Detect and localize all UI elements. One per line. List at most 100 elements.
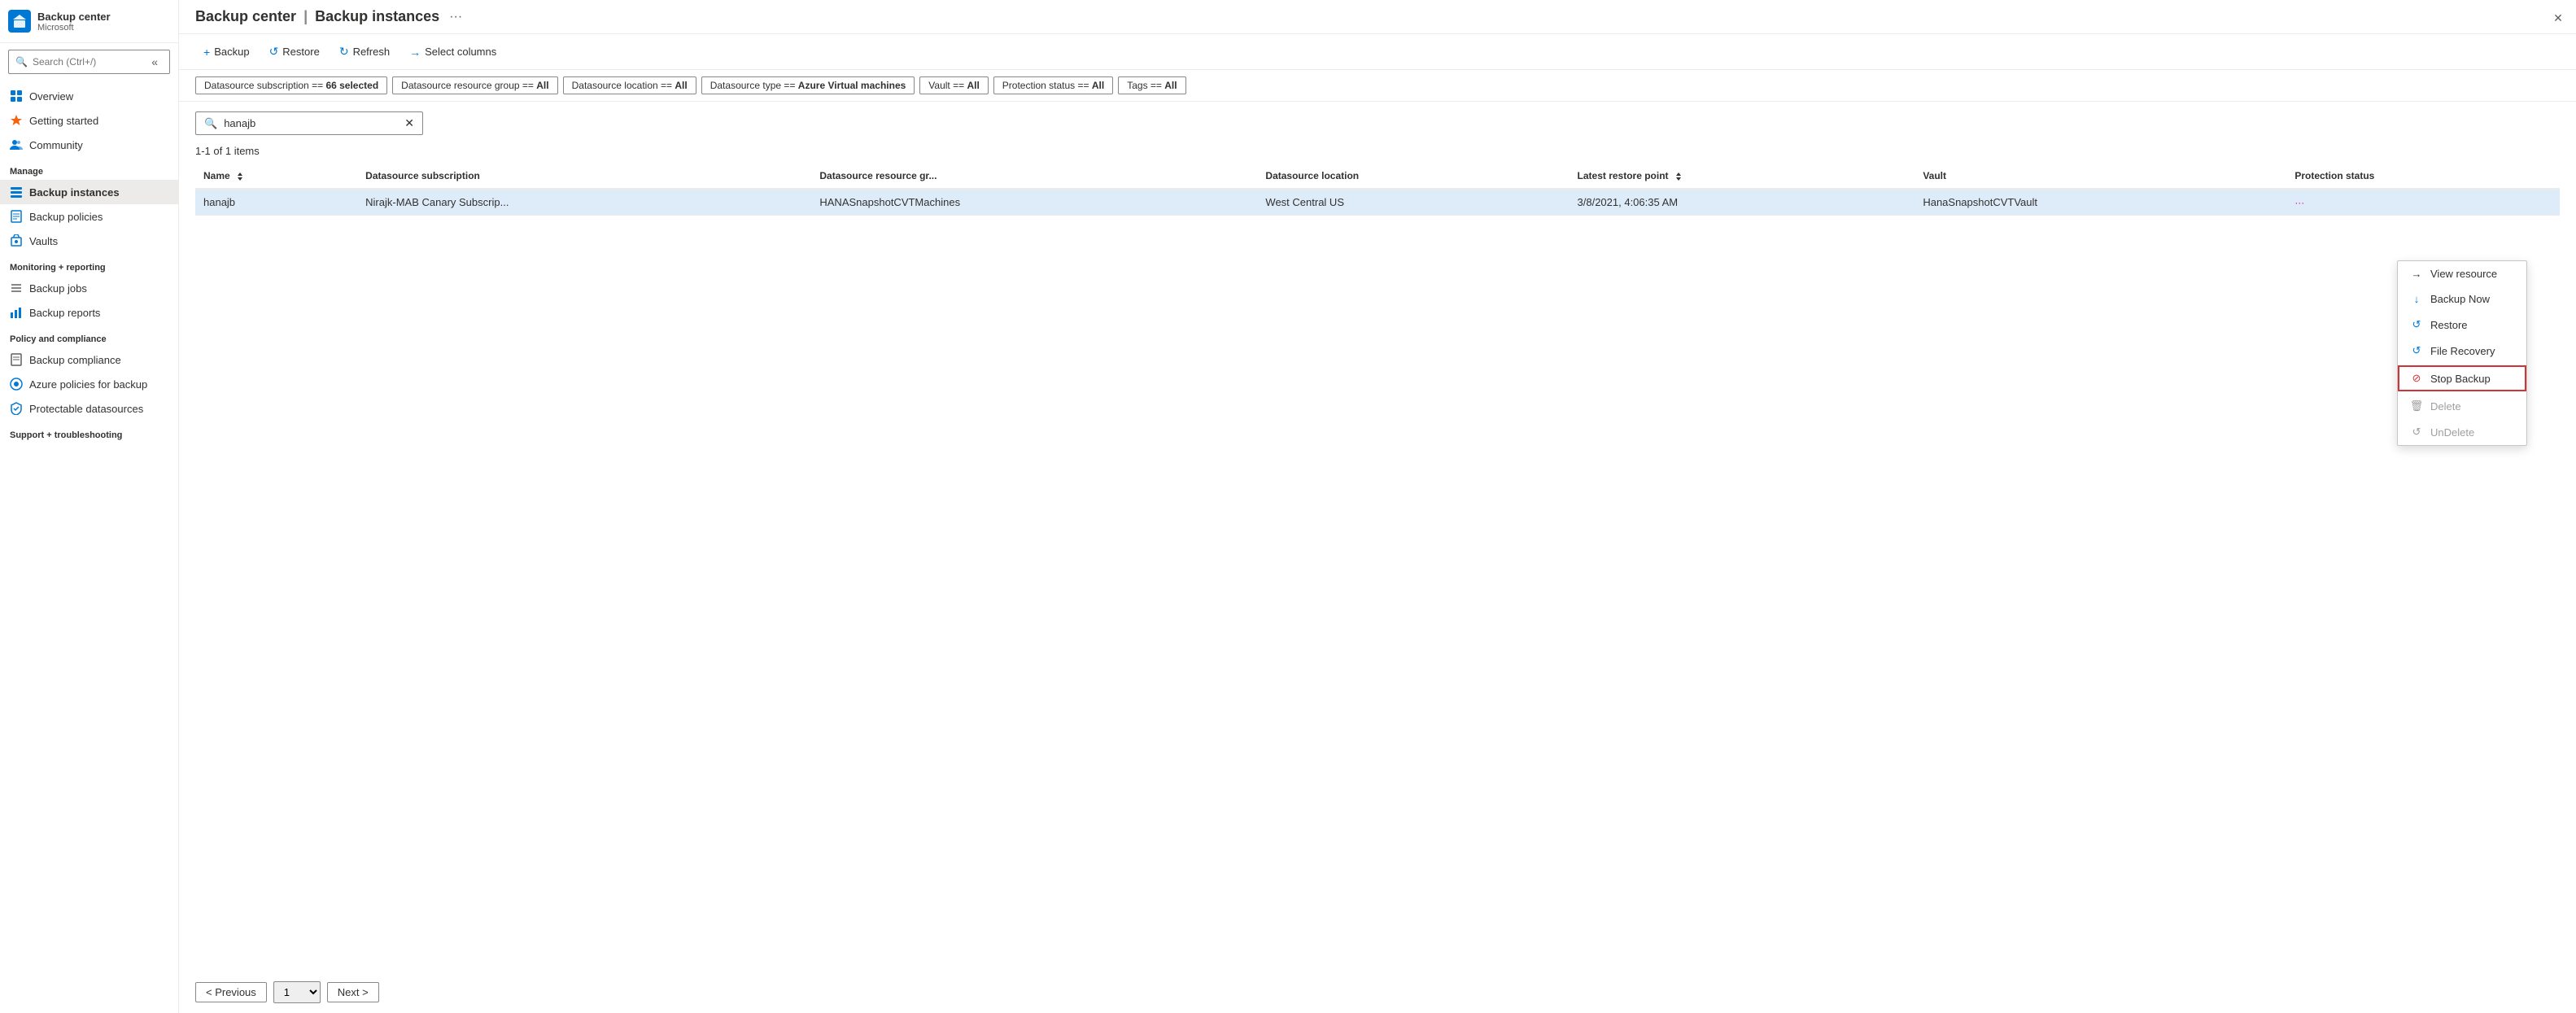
context-menu-restore[interactable]: ↺ Restore bbox=[2398, 312, 2526, 338]
sort-icon[interactable] bbox=[236, 172, 244, 181]
context-menu-undelete[interactable]: ↺ UnDelete bbox=[2398, 419, 2526, 445]
sort-icon-restore[interactable] bbox=[1674, 172, 1683, 181]
app-subtitle: Microsoft bbox=[37, 23, 111, 33]
restore-icon: ↺ bbox=[269, 45, 279, 59]
search-field[interactable]: 🔍 ✕ bbox=[195, 111, 423, 135]
cell-datasource-location: West Central US bbox=[1257, 189, 1569, 216]
context-menu-stop-backup[interactable]: ⊘ Stop Backup bbox=[2398, 365, 2526, 391]
delete-icon: 🗑 bbox=[2411, 400, 2422, 413]
sidebar-item-label: Backup jobs bbox=[29, 282, 87, 295]
search-area: 🔍 ✕ bbox=[179, 102, 2576, 145]
close-button[interactable]: ✕ bbox=[2548, 8, 2568, 28]
sidebar-navigation: Overview Getting started Community Manag… bbox=[0, 81, 178, 447]
sidebar-item-vaults[interactable]: Vaults bbox=[0, 229, 178, 253]
cell-datasource-rg: HANASnapshotCVTMachines bbox=[811, 189, 1257, 216]
col-protection-status: Protection status bbox=[2286, 164, 2560, 189]
sidebar: Backup center Microsoft 🔍 « Overview Get… bbox=[0, 0, 179, 1013]
select-columns-button[interactable]: → Select columns bbox=[401, 41, 504, 63]
backup-instances-table: Name Datasource subscription Datasource … bbox=[195, 164, 2560, 216]
cell-datasource-sub: Nirajk-MAB Canary Subscrip... bbox=[357, 189, 811, 216]
context-menu-delete[interactable]: 🗑 Delete bbox=[2398, 393, 2526, 419]
undelete-icon: ↺ bbox=[2411, 426, 2422, 439]
sidebar-item-azure-policies[interactable]: Azure policies for backup bbox=[0, 372, 178, 396]
sidebar-item-backup-compliance[interactable]: Backup compliance bbox=[0, 347, 178, 372]
collapse-button[interactable]: « bbox=[146, 54, 163, 70]
col-vault: Vault bbox=[1915, 164, 2286, 189]
search-input[interactable] bbox=[224, 117, 398, 129]
app-title: Backup center bbox=[37, 11, 111, 23]
search-field-icon: 🔍 bbox=[204, 117, 217, 130]
filter-protection-status[interactable]: Protection status == All bbox=[993, 76, 1113, 94]
page-header: Backup center | Backup instances ··· ✕ bbox=[179, 0, 2576, 34]
backup-button[interactable]: + Backup bbox=[195, 41, 258, 63]
page-select[interactable]: 1 bbox=[273, 981, 321, 1003]
filter-vault[interactable]: Vault == All bbox=[919, 76, 989, 94]
file-recovery-icon: ↺ bbox=[2411, 344, 2422, 357]
sidebar-item-community[interactable]: Community bbox=[0, 133, 178, 157]
page-title: Backup center | Backup instances bbox=[195, 8, 439, 25]
sidebar-item-backup-policies[interactable]: Backup policies bbox=[0, 204, 178, 229]
backup-compliance-icon bbox=[10, 353, 23, 366]
filter-datasource-location[interactable]: Datasource location == All bbox=[563, 76, 696, 94]
sidebar-item-overview[interactable]: Overview bbox=[0, 84, 178, 108]
refresh-icon: ↻ bbox=[339, 45, 349, 59]
col-datasource-sub: Datasource subscription bbox=[357, 164, 811, 189]
filter-datasource-type[interactable]: Datasource type == Azure Virtual machine… bbox=[701, 76, 915, 94]
context-menu-backup-now[interactable]: ↓ Backup Now bbox=[2398, 286, 2526, 312]
sidebar-item-getting-started[interactable]: Getting started bbox=[0, 108, 178, 133]
sidebar-item-label: Backup reports bbox=[29, 307, 100, 319]
sidebar-item-label: Backup policies bbox=[29, 211, 103, 223]
sidebar-item-backup-jobs[interactable]: Backup jobs bbox=[0, 276, 178, 300]
previous-button[interactable]: < Previous bbox=[195, 982, 267, 1002]
next-button[interactable]: Next > bbox=[327, 982, 379, 1002]
sidebar-item-label: Getting started bbox=[29, 115, 98, 127]
cell-protection-status: ··· bbox=[2286, 189, 2560, 216]
context-menu-file-recovery[interactable]: ↺ File Recovery bbox=[2398, 338, 2526, 364]
restore-button[interactable]: ↺ Restore bbox=[261, 41, 328, 63]
app-logo bbox=[8, 10, 31, 33]
filter-datasource-rg[interactable]: Datasource resource group == All bbox=[392, 76, 557, 94]
search-icon: 🔍 bbox=[15, 56, 28, 68]
sidebar-item-label: Azure policies for backup bbox=[29, 378, 147, 391]
sidebar-item-backup-reports[interactable]: Backup reports bbox=[0, 300, 178, 325]
filter-datasource-sub[interactable]: Datasource subscription == 66 selected bbox=[195, 76, 387, 94]
cell-latest-restore: 3/8/2021, 4:06:35 AM bbox=[1570, 189, 1915, 216]
sidebar-item-label: Community bbox=[29, 139, 83, 151]
filter-tags[interactable]: Tags == All bbox=[1118, 76, 1185, 94]
sidebar-item-label: Protectable datasources bbox=[29, 403, 143, 415]
more-row-options-button[interactable]: ··· bbox=[2294, 197, 2304, 208]
sidebar-item-label: Backup compliance bbox=[29, 354, 121, 366]
community-icon bbox=[10, 138, 23, 151]
context-menu-view-resource[interactable]: → View resource bbox=[2398, 261, 2526, 286]
protectable-datasources-icon bbox=[10, 402, 23, 415]
restore-menu-icon: ↺ bbox=[2411, 318, 2422, 331]
backup-policies-icon bbox=[10, 210, 23, 223]
view-resource-icon: → bbox=[2411, 268, 2422, 280]
pagination: < Previous 1 Next > bbox=[179, 972, 2576, 1013]
sidebar-header: Backup center Microsoft bbox=[0, 0, 178, 43]
vaults-icon bbox=[10, 234, 23, 247]
backup-now-icon: ↓ bbox=[2411, 293, 2422, 305]
backup-icon: + bbox=[203, 46, 210, 59]
backup-jobs-icon bbox=[10, 282, 23, 295]
policy-section-label: Policy and compliance bbox=[0, 325, 178, 347]
items-count: 1-1 of 1 items bbox=[195, 145, 2560, 157]
overview-icon bbox=[10, 90, 23, 103]
refresh-button[interactable]: ↻ Refresh bbox=[331, 41, 398, 63]
sidebar-item-protectable-datasources[interactable]: Protectable datasources bbox=[0, 396, 178, 421]
cell-name: hanajb bbox=[195, 189, 357, 216]
sidebar-search-input[interactable] bbox=[33, 56, 142, 68]
manage-section-label: Manage bbox=[0, 157, 178, 180]
col-latest-restore: Latest restore point bbox=[1570, 164, 1915, 189]
more-options-button[interactable]: ··· bbox=[449, 10, 462, 24]
sidebar-item-backup-instances[interactable]: Backup instances bbox=[0, 180, 178, 204]
col-name: Name bbox=[195, 164, 357, 189]
cell-vault: HanaSnapshotCVTVault bbox=[1915, 189, 2286, 216]
sidebar-search[interactable]: 🔍 « bbox=[8, 50, 170, 74]
filter-chips: Datasource subscription == 66 selected D… bbox=[179, 70, 2576, 102]
getting-started-icon bbox=[10, 114, 23, 127]
select-columns-icon: → bbox=[409, 46, 421, 59]
search-clear-button[interactable]: ✕ bbox=[404, 116, 414, 130]
sidebar-item-label: Overview bbox=[29, 90, 73, 103]
table-row[interactable]: hanajb Nirajk-MAB Canary Subscrip... HAN… bbox=[195, 189, 2560, 216]
